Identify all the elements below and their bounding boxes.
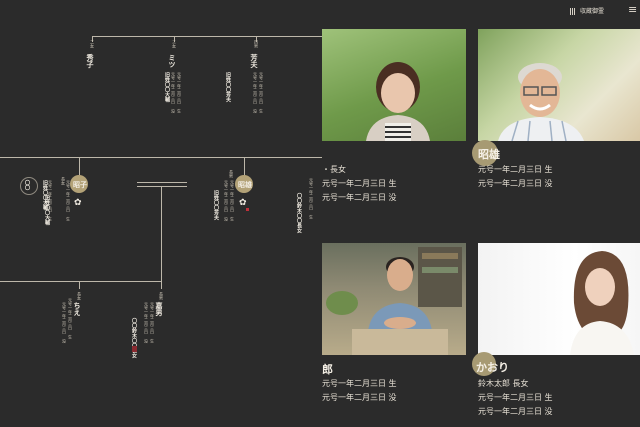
person-relation: 長男 [159,292,164,300]
top-connector [92,36,322,37]
person-relation: 長男 [229,170,234,178]
card-name: かおり [476,361,509,374]
portrait-woman-young [570,251,634,355]
person-born: 元号一年二月三日 生 [309,178,314,219]
card-line: 元号一年二月三日 没 [322,193,397,202]
photo-card-man-elder[interactable] [478,29,640,141]
photo-card-woman-young[interactable] [478,243,640,355]
person-died: 元号一年二月三日 没 [144,302,149,343]
bot-drop-2 [161,281,162,289]
portrait-man-elder [498,63,584,141]
photo-card-man-young[interactable] [322,243,466,355]
middle-connector [0,157,322,158]
person-note: 〇〇鈴木〇〇長女 [131,318,137,358]
person-note: 旧姓〇〇大輔 [164,72,170,102]
card-name: 昭雄 [478,148,500,161]
person-name: 昭雄 [238,180,252,189]
card-line: 元号一年二月三日 没 [322,393,397,402]
person-relation: 長女 [77,292,82,300]
brand-title[interactable]: 収蔵御霊 [580,6,604,15]
card-name: 郎 [322,363,333,376]
descent-line [161,186,162,281]
person-name: ちえ [73,302,82,316]
brand-icon [570,8,576,15]
person-name: ミツ [168,54,177,68]
bot-drop-1 [79,281,80,289]
person-died: 元号一年二月三日 没 [62,302,67,343]
person-note: 旧姓〇〇大輔 [44,195,50,225]
mid-drop-2 [244,157,245,175]
mid-drop-1 [79,157,80,175]
card-line: 元号一年二月三日 生 [478,393,553,402]
person-name: 秀子 [86,54,95,68]
card-line: 元号一年二月三日 生 [322,179,397,188]
portrait-woman-elder [366,62,430,141]
person-born: 元号一年二月三日 生 [68,298,73,339]
person-born: 元号一年二月三日 生 [66,180,71,221]
red-seal-icon [246,208,249,211]
person-relation: 四男 [254,40,259,48]
card-line: 元号一年二月三日 没 [478,407,553,416]
marriage-line-2 [137,186,187,187]
person-born: 元号一年二月三日 生 [259,72,264,113]
person-note: 旧姓〇〇芳夫 [225,72,231,102]
person-name: 嘉男 [155,302,164,316]
person-died: 元号一年二月三日 没 [224,180,229,221]
card-line: 元号一年二月三日 生 [322,379,397,388]
person-note: 〇〇鈴木〇〇長女 [296,193,302,233]
person-born: 元号一年二月三日 生 [230,180,235,221]
person-relation: 三女 [172,40,177,48]
person-name: 〇〇 [24,180,30,190]
card-line: 鈴木太郎 長女 [478,379,529,388]
card-line: ・長女 [322,165,346,174]
person-name: 芳夫 [250,54,259,68]
card-line: 元号一年二月三日 生 [478,165,553,174]
person-relation: 長女 [61,177,66,185]
bottom-connector [0,281,162,282]
person-name: 昭子 [73,180,87,189]
person-note: 旧姓〇〇芳夫 [213,190,219,220]
card-line: 元号一年二月三日 没 [478,179,553,188]
family-crest-icon: ✿ [239,198,247,208]
family-crest-icon: ✿ [74,198,82,208]
person-died: 元号一年二月三日 没 [171,72,176,113]
photo-card-woman-elder[interactable] [322,29,466,141]
red-seal-icon [132,346,137,352]
portrait-man-young [326,247,462,355]
person-died: 元号一年二月三日 没 [253,72,258,113]
menu-icon[interactable]: ≡ [628,3,637,16]
person-born: 元号一年二月三日 生 [177,72,182,113]
person-born: 元号一年二月三日 生 [150,302,155,343]
person-relation: 二女 [90,40,95,48]
marriage-line-1 [137,182,187,183]
